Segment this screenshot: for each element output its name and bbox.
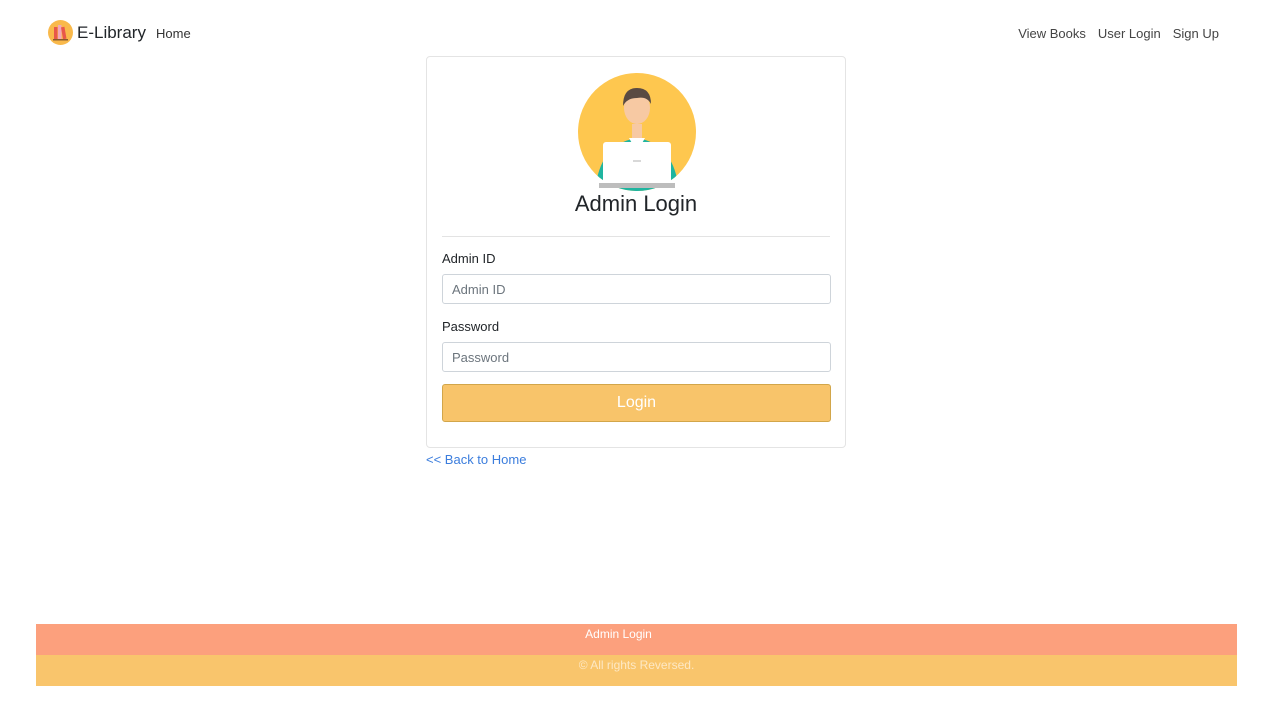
brand-link[interactable]: E-Library	[48, 20, 146, 45]
password-label: Password	[442, 319, 500, 334]
books-logo-icon	[48, 20, 73, 45]
nav-user-login-link[interactable]: User Login	[1098, 26, 1161, 41]
login-button[interactable]: Login	[442, 384, 831, 422]
nav-sign-up-link[interactable]: Sign Up	[1173, 26, 1219, 41]
footer-copyright: © All rights Reversed.	[578, 658, 695, 672]
footer-page-name: Admin Login	[585, 627, 652, 641]
footer-copyright-bar: © All rights Reversed.	[36, 655, 1237, 686]
footer-page-name-bar: Admin Login	[36, 624, 1237, 655]
back-to-home-link[interactable]: << Back to Home	[426, 452, 526, 467]
nav-home-link[interactable]: Home	[156, 26, 191, 41]
admin-login-card: Admin Login Admin ID Password Login	[426, 56, 846, 448]
nav-view-books-link[interactable]: View Books	[1018, 26, 1086, 41]
admin-user-laptop-icon	[578, 73, 696, 191]
admin-id-input[interactable]	[442, 274, 831, 304]
nav-right-links: View Books User Login Sign Up	[1018, 26, 1219, 41]
admin-id-label: Admin ID	[442, 251, 496, 266]
brand-name: E-Library	[77, 22, 146, 42]
card-divider	[442, 236, 830, 237]
password-input[interactable]	[442, 342, 831, 372]
card-title: Admin Login	[574, 191, 698, 216]
